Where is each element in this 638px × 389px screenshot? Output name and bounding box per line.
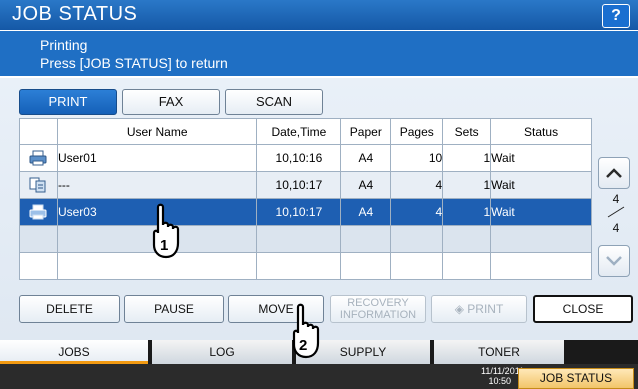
step-number-1: 1: [160, 237, 168, 254]
tab-scan[interactable]: SCAN: [225, 89, 323, 115]
step-number-2: 2: [299, 337, 307, 354]
recovery-label-line1: RECOVERY: [347, 297, 409, 309]
paper-cell: A4: [340, 144, 392, 172]
date-time-cell: 10,10:16: [256, 144, 342, 172]
table-header-row: User Name Date,Time Paper Pages Sets Sta…: [19, 118, 592, 145]
tab-fax[interactable]: FAX: [122, 89, 220, 115]
title-bar: JOB STATUS ?: [0, 0, 638, 30]
column-header-sets: Sets: [442, 118, 492, 145]
status-message-line2: Press [JOB STATUS] to return: [40, 55, 228, 71]
delete-button[interactable]: DELETE: [19, 295, 120, 323]
tap-hand-icon: 2: [292, 303, 320, 359]
sets-cell: 1: [442, 171, 492, 199]
table-row-empty: [19, 252, 592, 280]
total-pages: 4: [612, 221, 620, 235]
job-type-cell: [19, 144, 58, 172]
sets-cell: 1: [442, 198, 492, 226]
page-indicator: 4 4: [606, 192, 626, 235]
print-diamond-icon: ◈: [454, 302, 468, 316]
table-row[interactable]: User01 10,10:16 A4 10 1 Wait: [19, 144, 592, 172]
status-cell: Wait: [490, 198, 592, 226]
column-header-paper: Paper: [340, 118, 392, 145]
recovery-information-button: RECOVERY INFORMATION: [330, 295, 426, 323]
icon-column-header: [19, 118, 58, 145]
status-message-area: Printing Press [JOB STATUS] to return: [0, 31, 638, 76]
pause-button[interactable]: PAUSE: [124, 295, 224, 323]
table-row-empty: [19, 225, 592, 253]
date-time-display: 11/11/2011 10:50: [481, 366, 525, 386]
job-type-cell: [19, 171, 58, 199]
printer-icon: [29, 150, 47, 166]
tap-hand-icon: 1: [152, 203, 180, 259]
table-row[interactable]: --- 10,10:17 A4 4 1 Wait: [19, 171, 592, 199]
table-row-selected[interactable]: User03 10,10:17 A4 4 1 Wait: [19, 198, 592, 226]
tab-jobs[interactable]: JOBS: [0, 340, 148, 364]
print-button: ◈ PRINT: [431, 295, 527, 323]
tab-log[interactable]: LOG: [152, 340, 292, 364]
sets-cell: 1: [442, 144, 492, 172]
page-divider-icon: [607, 206, 625, 218]
tab-toner[interactable]: TONER: [434, 340, 564, 364]
chevron-up-icon: [606, 168, 622, 178]
printer-icon: [29, 204, 47, 220]
date-text: 11/11/2011: [481, 366, 525, 376]
time-text: 10:50: [488, 376, 511, 386]
pages-cell: 4: [390, 198, 444, 226]
close-button[interactable]: CLOSE: [533, 295, 633, 323]
paper-cell: A4: [340, 198, 392, 226]
column-header-status: Status: [490, 118, 592, 145]
user-name-cell: User01: [56, 144, 258, 172]
status-cell: Wait: [490, 171, 592, 199]
user-name-cell: ---: [56, 171, 258, 199]
status-cell: Wait: [490, 144, 592, 172]
pages-cell: 4: [390, 171, 444, 199]
network-document-icon: [29, 177, 46, 193]
tab-print[interactable]: PRINT: [19, 89, 117, 115]
print-button-label: PRINT: [467, 302, 504, 316]
date-time-cell: 10,10:17: [256, 171, 342, 199]
job-type-cell: [19, 198, 58, 226]
recovery-label-line2: INFORMATION: [339, 309, 417, 321]
current-page: 4: [612, 192, 620, 206]
column-header-user-name: User Name: [56, 118, 258, 145]
date-time-cell: 10,10:17: [256, 198, 342, 226]
column-header-pages: Pages: [390, 118, 444, 145]
help-button[interactable]: ?: [602, 4, 630, 28]
job-status-button[interactable]: JOB STATUS: [518, 368, 634, 389]
status-message-line1: Printing: [40, 37, 88, 53]
page-title: JOB STATUS: [12, 3, 138, 25]
chevron-down-icon: [606, 256, 622, 266]
scroll-down-button[interactable]: [598, 245, 630, 277]
column-header-date-time: Date,Time: [256, 118, 342, 145]
paper-cell: A4: [340, 171, 392, 199]
pages-cell: 10: [390, 144, 444, 172]
scroll-up-button[interactable]: [598, 157, 630, 189]
job-table: User Name Date,Time Paper Pages Sets Sta…: [19, 118, 592, 280]
